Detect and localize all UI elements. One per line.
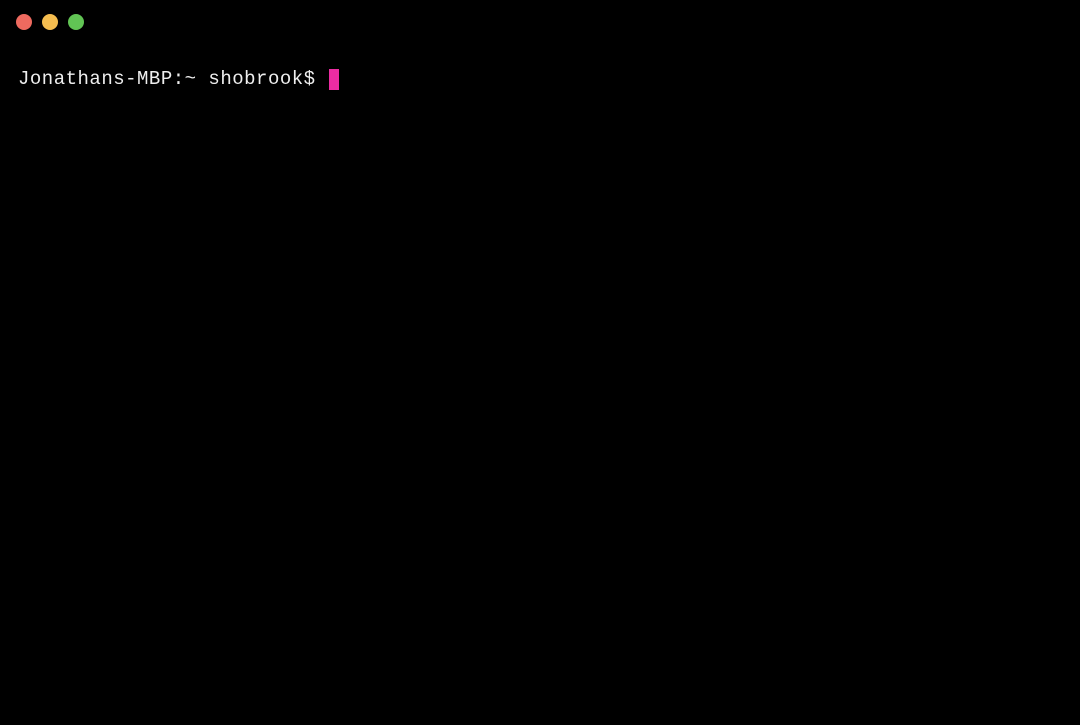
close-button[interactable] [16,14,32,30]
shell-prompt: Jonathans-MBP:~ shobrook$ [18,66,327,93]
cursor-block-icon [329,69,339,90]
zoom-button[interactable] [68,14,84,30]
minimize-button[interactable] [42,14,58,30]
terminal-body[interactable]: Jonathans-MBP:~ shobrook$ [0,44,1080,93]
prompt-line: Jonathans-MBP:~ shobrook$ [18,66,1062,93]
window-title-bar [0,0,1080,44]
